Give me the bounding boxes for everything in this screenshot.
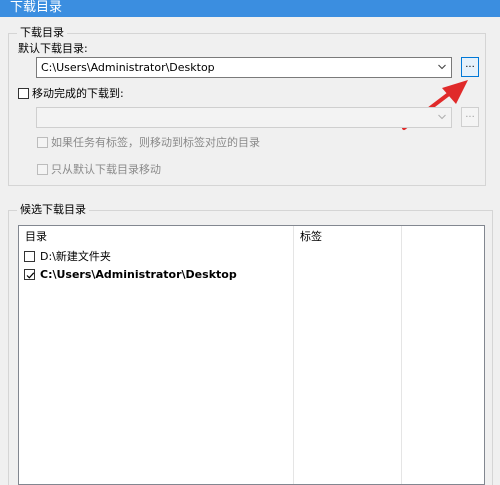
- move-by-tag-checkbox[interactable]: [37, 137, 48, 148]
- browse-default-dir-button[interactable]: ...: [461, 57, 479, 77]
- candidate-row-checkbox[interactable]: [24, 251, 35, 262]
- only-default-dir-label: 只从默认下载目录移动: [51, 163, 161, 176]
- candidate-directory-list[interactable]: 目录 标签 D:\新建文件夹 C:\Users\Administrator\De…: [18, 225, 485, 485]
- list-item[interactable]: D:\新建文件夹: [19, 248, 293, 266]
- candidate-row-path: C:\Users\Administrator\Desktop: [40, 268, 237, 281]
- default-download-dir-value: C:\Users\Administrator\Desktop: [41, 61, 215, 74]
- list-item[interactable]: C:\Users\Administrator\Desktop: [19, 266, 293, 284]
- chevron-down-icon[interactable]: [438, 63, 446, 70]
- section-header: 下载目录: [0, 0, 500, 17]
- move-completed-checkbox[interactable]: [18, 88, 29, 99]
- move-completed-label: 移动完成的下载到:: [32, 87, 124, 100]
- section-header-title: 下载目录: [10, 0, 63, 15]
- only-default-dir-checkbox[interactable]: [37, 164, 48, 175]
- column-divider: [293, 226, 294, 484]
- column-header-directory[interactable]: 目录: [25, 230, 47, 244]
- browse-button-label: ...: [465, 59, 475, 70]
- candidate-directory-group-title: 候选下载目录: [17, 203, 89, 217]
- candidate-row-path: D:\新建文件夹: [40, 250, 111, 263]
- browse-move-dir-button[interactable]: ...: [461, 107, 479, 127]
- browse-button-label: ...: [465, 109, 475, 120]
- default-download-dir-label: 默认下载目录:: [18, 42, 88, 55]
- move-by-tag-label: 如果任务有标签，则移动到标签对应的目录: [51, 136, 260, 149]
- default-download-dir-combobox[interactable]: C:\Users\Administrator\Desktop: [36, 57, 452, 78]
- checkmark-icon: [26, 272, 35, 279]
- column-header-tag[interactable]: 标签: [300, 230, 322, 244]
- chevron-down-icon[interactable]: [438, 113, 446, 120]
- candidate-row-checkbox[interactable]: [24, 269, 35, 280]
- column-divider: [401, 226, 402, 484]
- download-directory-group-title: 下载目录: [17, 26, 67, 40]
- move-completed-dir-combobox[interactable]: [36, 107, 452, 128]
